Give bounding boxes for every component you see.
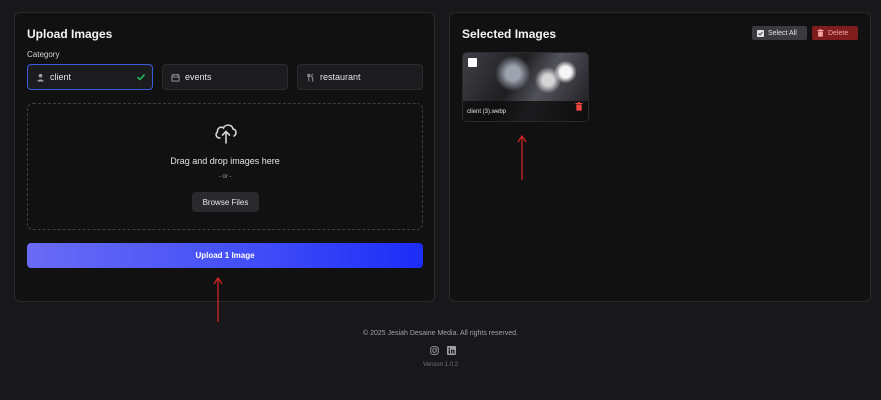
utensils-icon xyxy=(304,71,316,83)
checkbox-icon xyxy=(757,29,764,37)
footer-version: Version 1.0.2 xyxy=(422,362,459,368)
category-events-label: events xyxy=(185,72,212,82)
selected-images-panel: Selected Images Select All Delete client… xyxy=(449,12,871,302)
select-all-button[interactable]: Select All xyxy=(752,26,807,40)
upload-panel: Upload Images Category client events res… xyxy=(14,12,435,302)
delete-label: Delete xyxy=(828,29,849,37)
calendar-icon xyxy=(169,71,181,83)
footer-social-links xyxy=(430,346,456,355)
dropzone-or: - or - xyxy=(218,174,232,180)
category-restaurant-label: restaurant xyxy=(320,72,361,82)
annotation-arrow-upload xyxy=(213,276,223,322)
category-label: Category xyxy=(27,50,60,59)
thumbnail-checkbox[interactable] xyxy=(468,58,477,67)
trash-icon xyxy=(817,29,824,37)
select-all-label: Select All xyxy=(768,29,797,37)
category-client-label: client xyxy=(50,72,72,82)
footer-copyright: © 2025 Jesiah Desaine Media. All rights … xyxy=(363,330,518,337)
thumbnail-filename: client (3).webp xyxy=(467,109,507,115)
dropzone[interactable]: Drag and drop images here - or - Browse … xyxy=(27,103,423,230)
upload-panel-title: Upload Images xyxy=(27,27,113,41)
selected-panel-title: Selected Images xyxy=(462,27,557,41)
user-icon xyxy=(34,71,46,83)
annotation-arrow-thumbnail xyxy=(517,134,527,180)
browse-files-button[interactable]: Browse Files xyxy=(192,192,259,212)
linkedin-icon[interactable] xyxy=(447,346,456,355)
category-restaurant-button[interactable]: restaurant xyxy=(297,64,423,90)
image-thumbnail[interactable]: client (3).webp xyxy=(462,52,589,122)
instagram-icon[interactable] xyxy=(430,346,439,355)
dropzone-text: Drag and drop images here xyxy=(170,156,280,166)
trash-icon[interactable] xyxy=(575,98,583,116)
cloud-upload-icon xyxy=(213,120,239,151)
check-icon xyxy=(136,72,146,84)
upload-button[interactable]: Upload 1 Image xyxy=(27,243,423,268)
delete-button[interactable]: Delete xyxy=(812,26,858,40)
category-client-button[interactable]: client xyxy=(27,64,153,90)
category-events-button[interactable]: events xyxy=(162,64,288,90)
